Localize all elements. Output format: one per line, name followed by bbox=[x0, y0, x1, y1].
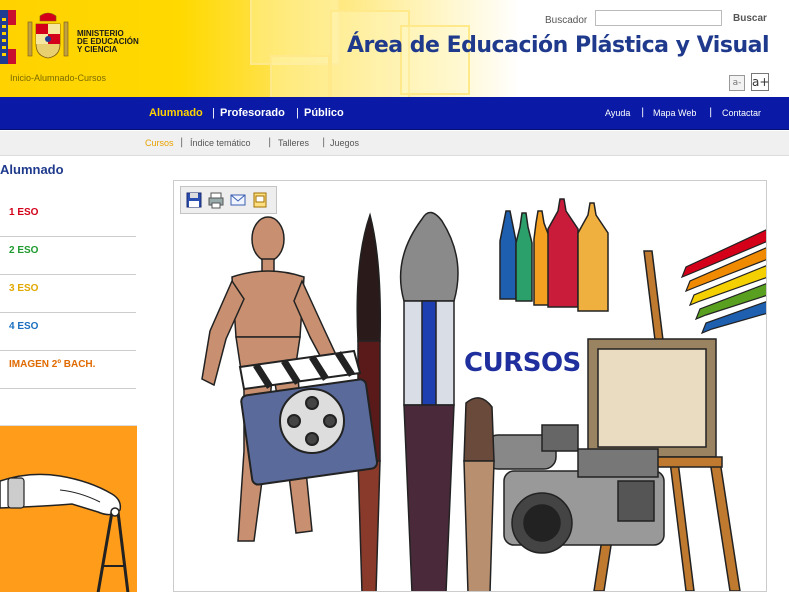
sidebar-item-label: 3 ESO bbox=[9, 283, 39, 294]
ministry-name: MINISTERIO DE EDUCACIÓN Y CIENCIA bbox=[77, 30, 139, 54]
sidebar-compass-illustration bbox=[0, 425, 137, 592]
content-toolbar bbox=[180, 186, 277, 214]
spain-eu-flag bbox=[0, 10, 16, 64]
courses-heading: CURSOS bbox=[464, 348, 581, 378]
subnav-talleres[interactable]: Talleres bbox=[278, 138, 309, 148]
clapperboard-icon bbox=[238, 349, 379, 486]
print-icon[interactable] bbox=[207, 191, 225, 209]
nav-ayuda[interactable]: Ayuda bbox=[605, 108, 630, 118]
hand-compass-icon bbox=[0, 473, 130, 592]
sidebar-item-label: 2 ESO bbox=[9, 245, 39, 256]
courses-illustration bbox=[201, 198, 766, 591]
search-button[interactable]: Buscar bbox=[733, 13, 767, 24]
sidebar-item-3-eso[interactable]: 3 ESO bbox=[0, 275, 136, 313]
sidebar-item-4-eso[interactable]: 4 ESO bbox=[0, 313, 136, 351]
save-icon[interactable] bbox=[185, 191, 203, 209]
subnav-separator: | bbox=[322, 137, 326, 148]
coat-of-arms-icon bbox=[27, 12, 69, 59]
email-icon[interactable] bbox=[229, 191, 247, 209]
sidebar-item-label: 4 ESO bbox=[9, 321, 39, 332]
sidebar-item-1-eso[interactable]: 1 ESO bbox=[0, 199, 136, 237]
nav-publico[interactable]: Público bbox=[304, 107, 344, 119]
nav-contactar[interactable]: Contactar bbox=[722, 108, 761, 118]
sidebar-title: Alumnado bbox=[0, 162, 64, 177]
colored-pencils-icon bbox=[680, 229, 766, 335]
nav-mapa-web[interactable]: Mapa Web bbox=[653, 108, 696, 118]
font-decrease-button[interactable]: a- bbox=[729, 75, 745, 91]
search-label: Buscador bbox=[545, 15, 588, 26]
subnav-separator: | bbox=[180, 137, 184, 148]
subnav-juegos[interactable]: Juegos bbox=[330, 138, 359, 148]
nav-profesorado[interactable]: Profesorado bbox=[220, 107, 285, 119]
sub-nav: Cursos | Índice temático | Talleres | Ju… bbox=[0, 131, 789, 156]
nav-separator: | bbox=[641, 107, 645, 118]
nav-separator: | bbox=[709, 107, 713, 118]
subnav-indice-tematico[interactable]: Índice temático bbox=[190, 138, 251, 148]
paintbrush-icon bbox=[463, 397, 495, 591]
subnav-cursos[interactable]: Cursos bbox=[145, 138, 174, 148]
sidebar-item-label: IMAGEN 2º BACH. bbox=[9, 359, 96, 370]
search-input[interactable] bbox=[595, 10, 722, 26]
nav-separator: | bbox=[296, 107, 299, 119]
nav-alumnado[interactable]: Alumnado bbox=[149, 107, 203, 119]
sidebar-item-2-eso[interactable]: 2 ESO bbox=[0, 237, 136, 275]
site-title: Área de Educación Plástica y Visual bbox=[346, 33, 770, 58]
ministry-line: Y CIENCIA bbox=[77, 45, 118, 54]
main-nav: Alumnado | Profesorado | Público Ayuda |… bbox=[0, 97, 789, 130]
paintbrush-icon bbox=[399, 211, 459, 591]
content-panel bbox=[173, 180, 767, 592]
paint-bottles-icon bbox=[499, 198, 609, 312]
breadcrumb[interactable]: Inicio-Alumnado-Cursos bbox=[10, 73, 106, 83]
font-increase-button[interactable]: a+ bbox=[751, 73, 769, 91]
sidebar-item-label: 1 ESO bbox=[9, 207, 39, 218]
subnav-separator: | bbox=[268, 137, 272, 148]
printer-alt-icon[interactable] bbox=[251, 191, 269, 209]
nav-separator: | bbox=[212, 107, 215, 119]
sidebar-item-imagen-bach[interactable]: IMAGEN 2º BACH. bbox=[0, 351, 136, 389]
header: MINISTERIO DE EDUCACIÓN Y CIENCIA Inicio… bbox=[0, 0, 789, 97]
